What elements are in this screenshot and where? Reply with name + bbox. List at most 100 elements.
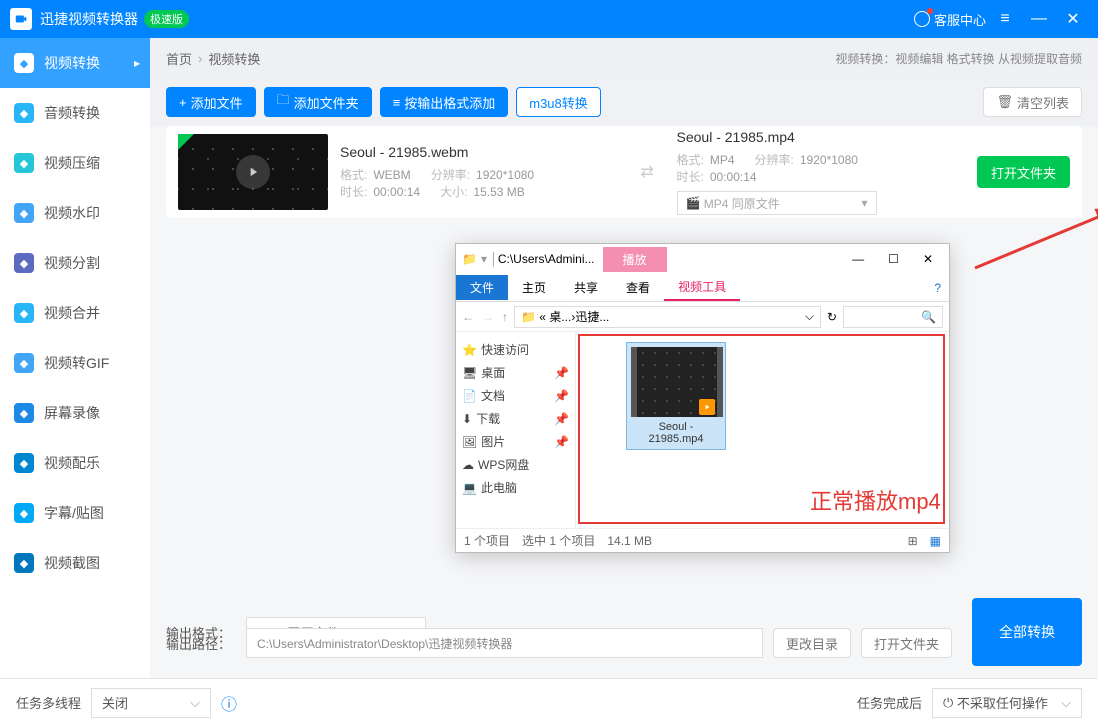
- chat-icon: [914, 11, 930, 27]
- source-info: Seoul - 21985.webm 格式:WEBM 分辨率:1920*1080…: [340, 144, 629, 200]
- add-by-format-button[interactable]: ≡按输出格式添加: [380, 87, 509, 117]
- folder-icon: 📁: [462, 252, 477, 266]
- explorer-play-tab[interactable]: 播放: [603, 247, 667, 272]
- view-large-icon[interactable]: ▦: [930, 534, 941, 548]
- nav-icon: ◆: [14, 453, 34, 473]
- file-name-label: Seoul - 21985.mp4: [631, 421, 721, 445]
- annotation-text: 正常播放mp4: [810, 484, 941, 516]
- video-thumbnail[interactable]: [178, 134, 328, 210]
- up-button[interactable]: ↑: [502, 310, 508, 324]
- target-filename: Seoul - 21985.mp4: [677, 129, 966, 145]
- tree-item[interactable]: ⬇下载📌: [462, 407, 569, 430]
- tab-file[interactable]: 文件: [456, 275, 508, 300]
- m3u8-button[interactable]: m3u8转换: [516, 87, 601, 117]
- explorer-tree: ⭐快速访问🖥桌面📌📄文档📌⬇下载📌🖼图片📌☁WPS网盘💻此电脑: [456, 332, 576, 528]
- sidebar-item-4[interactable]: ◆视频分割: [0, 238, 150, 288]
- play-icon: [699, 399, 715, 415]
- address-input[interactable]: 📁 « 桌... › 迅捷... ⌵: [514, 306, 821, 328]
- tree-item[interactable]: 🖼图片📌: [462, 430, 569, 453]
- tree-icon: 📄: [462, 389, 477, 403]
- tab-view[interactable]: 查看: [612, 275, 664, 300]
- explorer-close[interactable]: ✕: [923, 252, 933, 266]
- tree-icon: ⭐: [462, 343, 477, 357]
- sidebar-item-9[interactable]: ◆字幕/贴图: [0, 488, 150, 538]
- open-folder-button[interactable]: 打开文件夹: [977, 156, 1070, 188]
- tree-item[interactable]: 💻此电脑: [462, 476, 569, 499]
- add-file-button[interactable]: +添加文件: [166, 87, 256, 117]
- sidebar-item-0[interactable]: ◆视频转换: [0, 38, 150, 88]
- explorer-path: C:\Users\Admini...: [498, 252, 595, 266]
- toolbar: +添加文件 🗀添加文件夹 ≡按输出格式添加 m3u8转换 🗑清空列表: [150, 78, 1098, 126]
- tree-item[interactable]: 📄文档📌: [462, 384, 569, 407]
- tree-icon: 🖥: [462, 366, 477, 380]
- tree-icon: ☁: [462, 458, 474, 472]
- explorer-statusbar: 1 个项目 选中 1 个项目 14.1 MB ⊞ ▦: [456, 528, 949, 552]
- nav-icon: ◆: [14, 403, 34, 423]
- tree-item[interactable]: 🖥桌面📌: [462, 361, 569, 384]
- minimize-button[interactable]: —: [1024, 4, 1054, 34]
- tree-item[interactable]: ☁WPS网盘: [462, 453, 569, 476]
- menu-button[interactable]: ≡: [990, 4, 1020, 34]
- info-icon[interactable]: ⓘ: [221, 691, 237, 715]
- after-select[interactable]: ⏻ 不采取任何操作⌵: [932, 688, 1082, 718]
- breadcrumb-current: 视频转换: [208, 49, 260, 68]
- change-dir-button[interactable]: 更改目录: [773, 628, 851, 658]
- clear-list-button[interactable]: 🗑清空列表: [983, 87, 1082, 117]
- nav-icon: ◆: [14, 553, 34, 573]
- forward-button[interactable]: →: [482, 310, 494, 324]
- output-path-input[interactable]: C:\Users\Administrator\Desktop\迅捷视频转换器: [246, 628, 763, 658]
- open-output-folder-button[interactable]: 打开文件夹: [861, 628, 952, 658]
- output-format-dropdown[interactable]: 🎬 MP4 同原文件▾: [677, 191, 877, 215]
- folder-icon: 🗀: [277, 91, 290, 113]
- breadcrumb-home[interactable]: 首页: [166, 49, 192, 68]
- convert-all-button[interactable]: 全部转换: [972, 598, 1082, 666]
- source-filename: Seoul - 21985.webm: [340, 144, 629, 160]
- sidebar-item-2[interactable]: ◆视频压缩: [0, 138, 150, 188]
- nav-icon: ◆: [14, 303, 34, 323]
- file-item[interactable]: Seoul - 21985.mp4: [626, 342, 726, 450]
- sidebar-item-10[interactable]: ◆视频截图: [0, 538, 150, 588]
- tab-home[interactable]: 主页: [508, 275, 560, 300]
- tree-icon: 💻: [462, 481, 477, 495]
- nav-icon: ◆: [14, 203, 34, 223]
- tab-share[interactable]: 共享: [560, 275, 612, 300]
- trash-icon: 🗑: [996, 94, 1013, 110]
- explorer-minimize[interactable]: —: [852, 252, 864, 266]
- sidebar-item-7[interactable]: ◆屏幕录像: [0, 388, 150, 438]
- sidebar: ◆视频转换◆音频转换◆视频压缩◆视频水印◆视频分割◆视频合并◆视频转GIF◆屏幕…: [0, 38, 150, 678]
- explorer-maximize[interactable]: ☐: [888, 252, 899, 266]
- file-thumbnail: [631, 347, 723, 417]
- swap-icon[interactable]: ⇄: [641, 162, 665, 182]
- edition-badge: 极速版: [144, 10, 189, 28]
- sidebar-item-6[interactable]: ◆视频转GIF: [0, 338, 150, 388]
- chevron-down-icon: ▾: [861, 196, 867, 210]
- tab-video-tools[interactable]: 视频工具: [664, 274, 740, 301]
- back-button[interactable]: ←: [462, 310, 474, 324]
- tree-item[interactable]: ⭐快速访问: [462, 338, 569, 361]
- explorer-titlebar: 📁 ▾ │ C:\Users\Admini... 播放 — ☐ ✕: [456, 244, 949, 274]
- tree-icon: 🖼: [462, 435, 477, 449]
- tree-icon: ⬇: [462, 412, 472, 426]
- customer-service[interactable]: 客服中心: [914, 10, 986, 29]
- add-folder-button[interactable]: 🗀添加文件夹: [264, 87, 372, 117]
- after-label: 任务完成后: [857, 693, 922, 712]
- sidebar-item-1[interactable]: ◆音频转换: [0, 88, 150, 138]
- sidebar-item-5[interactable]: ◆视频合并: [0, 288, 150, 338]
- sidebar-item-8[interactable]: ◆视频配乐: [0, 438, 150, 488]
- nav-icon: ◆: [14, 253, 34, 273]
- sidebar-item-3[interactable]: ◆视频水印: [0, 188, 150, 238]
- explorer-search[interactable]: 🔍: [843, 306, 943, 328]
- output-settings: 输出格式： MP4 同原文件⌵ 全部转换 输出路径： C:\Users\Admi…: [150, 588, 1098, 678]
- app-title: 迅捷视频转换器: [40, 9, 138, 29]
- thread-select[interactable]: 关闭⌵: [91, 688, 211, 718]
- main-panel: 首页 › 视频转换 视频转换：视频编辑 格式转换 从视频提取音频 +添加文件 🗀…: [150, 38, 1098, 678]
- power-icon: ⏻: [943, 695, 953, 711]
- close-button[interactable]: ✕: [1058, 4, 1088, 34]
- help-icon[interactable]: ?: [926, 281, 949, 295]
- statusbar: 任务多线程 关闭⌵ ⓘ 任务完成后 ⏻ 不采取任何操作⌵: [0, 678, 1098, 726]
- video-icon: 🎬: [686, 196, 701, 210]
- titlebar: 迅捷视频转换器 极速版 客服中心 ≡ — ✕: [0, 0, 1098, 38]
- nav-icon: ◆: [14, 353, 34, 373]
- refresh-button[interactable]: ↻: [827, 310, 837, 324]
- view-details-icon[interactable]: ⊞: [908, 534, 918, 548]
